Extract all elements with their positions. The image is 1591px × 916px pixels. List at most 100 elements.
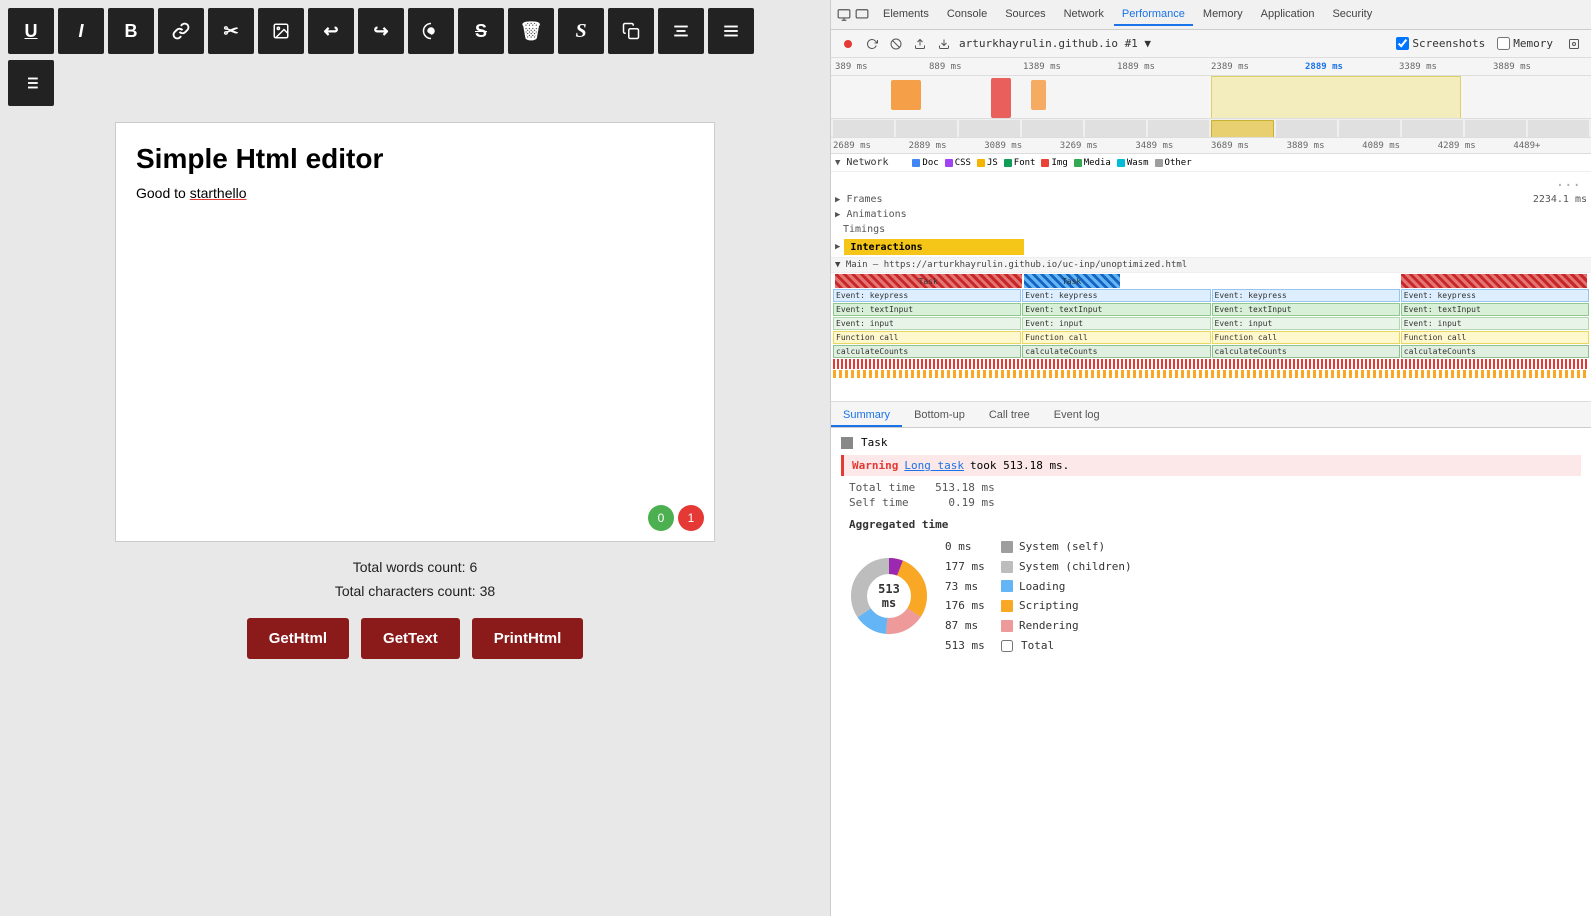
event-keypress-4[interactable]: Event: keypress bbox=[1401, 289, 1589, 302]
undo-button[interactable]: ↩ bbox=[308, 8, 354, 54]
gethtml-button[interactable]: GetHtml bbox=[247, 618, 349, 659]
event-textinput-3[interactable]: Event: textInput bbox=[1212, 303, 1400, 316]
redo-button[interactable]: ↪ bbox=[358, 8, 404, 54]
long-task-link[interactable]: Long task bbox=[904, 459, 964, 472]
task-block-1[interactable]: Task bbox=[835, 274, 1022, 288]
image-button[interactable] bbox=[258, 8, 304, 54]
trash-button[interactable]: 🗑 bbox=[508, 8, 554, 54]
paint-button[interactable] bbox=[408, 8, 454, 54]
task-blocks: Task Task bbox=[833, 274, 1589, 288]
toolbar-row-2 bbox=[8, 60, 822, 106]
legend-media: Media bbox=[1074, 158, 1111, 168]
flame-area[interactable]: ... ▶ Frames 2234.1 ms ▶ Animations Timi… bbox=[831, 172, 1591, 402]
editor-area[interactable]: Simple Html editor Good to starthello 0 … bbox=[115, 122, 715, 542]
event-input-4[interactable]: Event: input bbox=[1401, 317, 1589, 330]
tab-calltree[interactable]: Call tree bbox=[977, 405, 1042, 427]
animations-row[interactable]: ▶ Animations bbox=[831, 207, 1591, 222]
underline-button[interactable]: U bbox=[8, 8, 54, 54]
animations-label: Animations bbox=[846, 209, 906, 220]
align-center-button[interactable] bbox=[658, 8, 704, 54]
strikethrough-button[interactable]: S bbox=[458, 8, 504, 54]
event-calcounts-4[interactable]: calculateCounts bbox=[1401, 345, 1589, 358]
interactions-triangle[interactable]: ▶ bbox=[835, 242, 840, 252]
yellow-bars bbox=[833, 370, 1589, 378]
event-keypress-2[interactable]: Event: keypress bbox=[1022, 289, 1210, 302]
tab-elements[interactable]: Elements bbox=[875, 4, 937, 26]
tab-bottomup[interactable]: Bottom-up bbox=[902, 405, 977, 427]
network-triangle[interactable]: ▼ bbox=[835, 158, 840, 168]
self-time-row: Self time 0.19 ms bbox=[841, 495, 1581, 510]
event-calcounts-1[interactable]: calculateCounts bbox=[833, 345, 1021, 358]
link-button[interactable] bbox=[158, 8, 204, 54]
event-input-1[interactable]: Event: input bbox=[833, 317, 1021, 330]
task-block-3[interactable] bbox=[1401, 274, 1588, 288]
screenshots-checkbox[interactable] bbox=[1396, 37, 1409, 50]
event-funccall-3[interactable]: Function call bbox=[1212, 331, 1400, 344]
task-section: Task bbox=[841, 436, 1581, 449]
tab-application[interactable]: Application bbox=[1253, 4, 1323, 26]
memory-checkbox[interactable] bbox=[1497, 37, 1510, 50]
event-funccall-4[interactable]: Function call bbox=[1401, 331, 1589, 344]
memory-label[interactable]: Memory bbox=[1497, 37, 1553, 50]
total-time-label: Total time bbox=[849, 481, 915, 494]
frames-row[interactable]: ▶ Frames 2234.1 ms bbox=[831, 192, 1591, 207]
network-label: Network bbox=[846, 157, 906, 168]
printhtml-button[interactable]: PrintHtml bbox=[472, 618, 584, 659]
event-funccall-1[interactable]: Function call bbox=[833, 331, 1021, 344]
screenshots-label[interactable]: Screenshots bbox=[1396, 37, 1485, 50]
event-calcounts-2[interactable]: calculateCounts bbox=[1022, 345, 1210, 358]
bottom-tabs: Summary Bottom-up Call tree Event log bbox=[831, 402, 1591, 428]
tab-summary[interactable]: Summary bbox=[831, 405, 902, 427]
spellcheck-button[interactable]: S bbox=[558, 8, 604, 54]
tab-security[interactable]: Security bbox=[1324, 4, 1380, 26]
tab-performance[interactable]: Performance bbox=[1114, 4, 1193, 26]
event-textinput-1[interactable]: Event: textInput bbox=[833, 303, 1021, 316]
event-textinput-4[interactable]: Event: textInput bbox=[1401, 303, 1589, 316]
download-button[interactable] bbox=[935, 35, 953, 53]
timings-label: Timings bbox=[835, 224, 885, 235]
task-color-box bbox=[841, 437, 853, 449]
event-textinput-2[interactable]: Event: textInput bbox=[1022, 303, 1210, 316]
event-keypress-1[interactable]: Event: keypress bbox=[833, 289, 1021, 302]
upload-button[interactable] bbox=[911, 35, 929, 53]
legend-loading: 73 ms Loading bbox=[945, 577, 1132, 597]
timeline-graph[interactable] bbox=[831, 76, 1591, 138]
legend-scripting: 176 ms Scripting bbox=[945, 596, 1132, 616]
editor-paragraph: Good to starthello bbox=[136, 185, 694, 201]
network-row: ▼ Network Doc CSS JS Font Img Media Wasm… bbox=[831, 154, 1591, 172]
clear-button[interactable] bbox=[887, 35, 905, 53]
donut-label: 513 ms bbox=[869, 582, 909, 610]
align-justify-button[interactable] bbox=[708, 8, 754, 54]
legend-system-children: 177 ms System (children) bbox=[945, 557, 1132, 577]
legend-system-self: 0 ms System (self) bbox=[945, 537, 1132, 557]
italic-button[interactable]: I bbox=[58, 8, 104, 54]
event-input-3[interactable]: Event: input bbox=[1212, 317, 1400, 330]
badge-red: 1 bbox=[678, 505, 704, 531]
bold-button[interactable]: B bbox=[108, 8, 154, 54]
swatch-loading bbox=[1001, 580, 1013, 592]
timeline-overview[interactable]: 389 ms 889 ms 1389 ms 1889 ms 2389 ms 28… bbox=[831, 58, 1591, 138]
self-time-label: Self time bbox=[849, 496, 909, 509]
gettext-button[interactable]: GetText bbox=[361, 618, 460, 659]
record-button[interactable] bbox=[839, 35, 857, 53]
task-block-2[interactable]: Task bbox=[1024, 274, 1120, 288]
list-button[interactable] bbox=[8, 60, 54, 106]
swatch-rendering bbox=[1001, 620, 1013, 632]
editor-title: Simple Html editor bbox=[136, 143, 694, 175]
tab-sources[interactable]: Sources bbox=[997, 4, 1053, 26]
event-keypress-3[interactable]: Event: keypress bbox=[1212, 289, 1400, 302]
event-input-2[interactable]: Event: input bbox=[1022, 317, 1210, 330]
tab-eventlog[interactable]: Event log bbox=[1042, 405, 1112, 427]
copy-button[interactable] bbox=[608, 8, 654, 54]
event-calcounts-3[interactable]: calculateCounts bbox=[1212, 345, 1400, 358]
left-panel: U I B ✂ ↩ ↪ S 🗑 S Simple Html e bbox=[0, 0, 830, 916]
cut-button[interactable]: ✂ bbox=[208, 8, 254, 54]
event-funccall-2[interactable]: Function call bbox=[1022, 331, 1210, 344]
settings-button[interactable] bbox=[1565, 35, 1583, 53]
tab-memory[interactable]: Memory bbox=[1195, 4, 1251, 26]
tab-console[interactable]: Console bbox=[939, 4, 995, 26]
tab-network[interactable]: Network bbox=[1056, 4, 1112, 26]
timings-row[interactable]: Timings bbox=[831, 222, 1591, 237]
total-checkbox[interactable] bbox=[1001, 640, 1013, 652]
reload-record-button[interactable] bbox=[863, 35, 881, 53]
